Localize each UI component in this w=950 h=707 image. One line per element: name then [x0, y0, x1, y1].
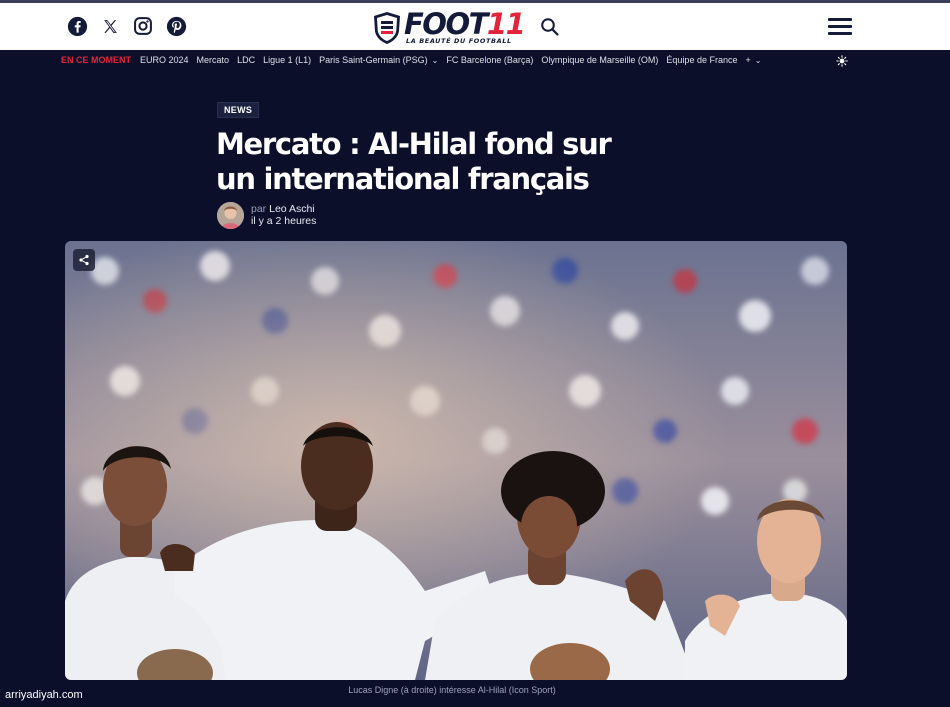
- nav-item-ligue-1[interactable]: Ligue 1 (L1): [263, 55, 311, 65]
- nav-item-mercato[interactable]: Mercato: [197, 55, 230, 65]
- hero-image: [65, 241, 847, 680]
- pinterest-icon[interactable]: [164, 14, 188, 38]
- site-header: FOOT11 LA BEAUTÉ DU FOOTBALL: [0, 3, 950, 50]
- search-icon[interactable]: [540, 17, 560, 37]
- players-photo: [65, 241, 847, 680]
- chevron-down-icon: ⌄: [754, 56, 762, 65]
- shield-logo-icon: [374, 12, 400, 44]
- nav-item-psg-label: Paris Saint-Germain (PSG): [319, 55, 428, 65]
- image-caption: Lucas Digne (à droite) intéresse Al-Hila…: [348, 685, 556, 695]
- nav-item-euro-2024[interactable]: EURO 2024: [140, 55, 189, 65]
- article-title: Mercato : Al-Hilal fond sur un internati…: [216, 127, 612, 196]
- logo-main-text: FOOT: [404, 7, 488, 41]
- avatar[interactable]: [217, 202, 244, 229]
- watermark-text: arriyadiyah.com: [5, 689, 83, 701]
- nav-item-psg[interactable]: Paris Saint-Germain (PSG) ⌄: [319, 55, 438, 65]
- site-logo[interactable]: FOOT11 LA BEAUTÉ DU FOOTBALL: [372, 7, 534, 47]
- category-badge[interactable]: NEWS: [217, 102, 260, 118]
- author-name[interactable]: Leo Aschi: [269, 203, 315, 215]
- nav-more-button[interactable]: + ⌄: [745, 55, 761, 65]
- logo-wordmark: FOOT11: [404, 7, 526, 41]
- share-button[interactable]: [73, 249, 95, 271]
- instagram-icon[interactable]: [131, 14, 155, 38]
- x-twitter-icon[interactable]: [98, 14, 122, 38]
- logo-number-text: 11: [486, 7, 526, 41]
- share-icon: [79, 254, 89, 266]
- hamburger-menu-icon[interactable]: [828, 18, 852, 36]
- published-time: il y a 2 heures: [251, 215, 317, 227]
- chevron-down-icon: ⌄: [431, 56, 439, 65]
- logo-tagline: LA BEAUTÉ DU FOOTBALL: [406, 37, 512, 45]
- nav-item-ldc[interactable]: LDC: [237, 55, 255, 65]
- nav-more-label: +: [745, 55, 751, 65]
- nav-item-barcelone[interactable]: FC Barcelone (Barça): [446, 55, 533, 65]
- by-label: par: [251, 203, 267, 215]
- author-line: par Leo Aschi: [251, 203, 315, 215]
- now-label: EN CE MOMENT: [61, 55, 132, 65]
- facebook-icon[interactable]: [65, 14, 89, 38]
- nav-item-marseille[interactable]: Olympique de Marseille (OM): [541, 55, 658, 65]
- topics-nav: EN CE MOMENT EURO 2024 Mercato LDC Ligue…: [0, 50, 950, 72]
- sun-icon[interactable]: [836, 54, 848, 67]
- nav-item-equipe-de-france[interactable]: Équipe de France: [666, 55, 737, 65]
